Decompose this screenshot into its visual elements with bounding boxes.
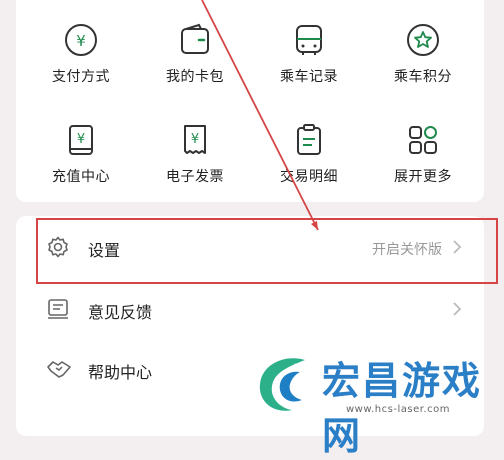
watermark: 宏昌游戏网 www.hcs-laser.com xyxy=(250,350,504,458)
dragon-logo-icon xyxy=(259,358,305,411)
watermark-url: www.hcs-laser.com xyxy=(346,404,450,415)
